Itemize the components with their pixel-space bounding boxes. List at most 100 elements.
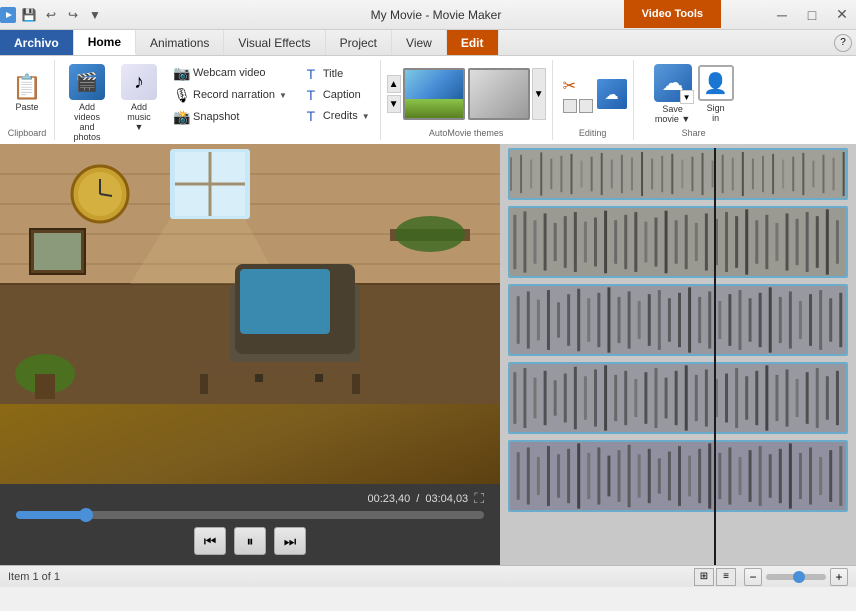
zoom-in-button[interactable]: +	[830, 568, 848, 586]
theme-scroll-down[interactable]: ▼	[387, 95, 401, 113]
webcam-button[interactable]: 📷 Webcam video	[169, 63, 291, 84]
help-button[interactable]: ?	[834, 34, 852, 52]
status-bar: Item 1 of 1 ⊞ ≡ − +	[0, 565, 856, 587]
main-content: 00:23,40 / 03:04,03 ⛶ ⏮ ⏸ ⏭	[0, 144, 856, 565]
qat-area: 💾 ↩ ↪ ▼	[0, 6, 104, 24]
pause-icon: ⏸	[247, 533, 254, 550]
timeline-tracks[interactable]	[500, 144, 856, 565]
playback-controls: ⏮ ⏸ ⏭	[16, 523, 484, 559]
qat-dropdown[interactable]: ▼	[86, 6, 104, 24]
current-time: 00:23,40	[367, 493, 410, 505]
progress-thumb	[79, 508, 93, 522]
zoom-out-button[interactable]: −	[744, 568, 762, 586]
video-display	[0, 144, 500, 484]
add-music-button[interactable]: ♪ Add music ▼	[117, 60, 161, 136]
ribbon-content: 📋 Paste Clipboard 🎬 Add videos and photo…	[0, 56, 856, 144]
ribbon-tabs: Archivo Home Animations Visual Effects P…	[0, 30, 856, 56]
tab-animations[interactable]: Animations	[136, 30, 224, 55]
video-frame	[0, 144, 500, 484]
tab-archivo[interactable]: Archivo	[0, 30, 74, 55]
paste-button[interactable]: 📋 Paste	[6, 72, 48, 116]
zoom-control: − +	[744, 568, 848, 586]
video-controls: 00:23,40 / 03:04,03 ⛶ ⏮ ⏸ ⏭	[0, 484, 500, 565]
editing-btn-2[interactable]	[579, 99, 593, 113]
title-bar: 💾 ↩ ↪ ▼ My Movie - Movie Maker Video Too…	[0, 0, 856, 30]
add-videos-icon: 🎬	[69, 64, 105, 100]
add-music-icon: ♪	[121, 64, 157, 100]
save-movie-button[interactable]: ☁ ▼ Savemovie ▼	[654, 64, 692, 124]
next-frame-button[interactable]: ⏭	[274, 527, 306, 555]
credits-icon: T	[303, 108, 319, 124]
pause-button[interactable]: ⏸	[234, 527, 266, 555]
qat-save[interactable]: 💾	[20, 6, 38, 24]
timeline-panel	[500, 144, 856, 565]
window-controls: ─ □ ✕	[768, 5, 856, 25]
track-item-2[interactable]	[508, 206, 848, 278]
add-videos-label: Add videos and photos	[67, 102, 107, 142]
webcam-icon: 📷	[173, 65, 189, 82]
caption-icon: T	[303, 87, 319, 103]
tab-project[interactable]: Project	[326, 30, 392, 55]
title-icon: T	[303, 66, 319, 82]
time-separator: /	[416, 493, 419, 505]
theme-scroll-up[interactable]: ▲	[387, 75, 401, 93]
ribbon-group-add: 🎬 Add videos and photos ♪ Add music ▼ 📷 …	[55, 60, 381, 140]
caption-button[interactable]: T Caption	[299, 85, 374, 105]
title-button[interactable]: T Title	[299, 64, 374, 84]
storyboard-view-button[interactable]: ⊞	[694, 568, 714, 586]
tab-home[interactable]: Home	[74, 30, 136, 55]
status-item-info: Item 1 of 1	[8, 571, 60, 583]
theme-thumbnail-2[interactable]	[468, 68, 530, 120]
zoom-slider[interactable]	[766, 574, 826, 580]
editing-btn-1[interactable]	[563, 99, 577, 113]
theme-more-button[interactable]: ▼	[532, 68, 546, 120]
credits-button[interactable]: T Credits ▼	[299, 106, 374, 126]
trim-icon: ✂	[563, 76, 576, 96]
minimize-button[interactable]: ─	[768, 5, 796, 25]
add-videos-button[interactable]: 🎬 Add videos and photos	[61, 60, 113, 146]
qat-undo[interactable]: ↩	[42, 6, 60, 24]
tab-view[interactable]: View	[392, 30, 447, 55]
save-cloud-button[interactable]: ☁	[597, 79, 627, 109]
status-right: ⊞ ≡ − +	[694, 568, 848, 586]
record-icon: 🎙	[173, 87, 189, 104]
ribbon-group-automovie: ▲ ▼ ▼ AutoMovie themes	[381, 60, 553, 140]
prev-icon: ⏮	[204, 533, 217, 550]
expand-button[interactable]: ⛶	[474, 490, 484, 507]
ribbon-group-share: ☁ ▼ Savemovie ▼ 👤 Signin Share	[634, 60, 754, 140]
close-button[interactable]: ✕	[828, 5, 856, 25]
view-buttons: ⊞ ≡	[694, 568, 736, 586]
track-item-1[interactable]	[508, 148, 848, 200]
video-tools-tab[interactable]: Video Tools	[624, 0, 721, 28]
snapshot-icon: 📸	[173, 109, 189, 126]
video-panel: 00:23,40 / 03:04,03 ⛶ ⏮ ⏸ ⏭	[0, 144, 500, 565]
theme-thumbnail-1[interactable]	[403, 68, 465, 120]
qat-redo[interactable]: ↪	[64, 6, 82, 24]
maximize-button[interactable]: □	[798, 5, 826, 25]
progress-fill	[16, 511, 86, 519]
sign-in-label: Signin	[707, 103, 725, 123]
ribbon-group-clipboard: 📋 Paste Clipboard	[0, 60, 55, 140]
track-item-4[interactable]	[508, 362, 848, 434]
prev-frame-button[interactable]: ⏮	[194, 527, 226, 555]
time-display: 00:23,40 / 03:04,03 ⛶	[16, 490, 484, 507]
progress-bar[interactable]	[16, 511, 484, 519]
track-item-5[interactable]	[508, 440, 848, 512]
total-time: 03:04,03	[425, 493, 468, 505]
record-narration-button[interactable]: 🎙 Record narration ▼	[169, 85, 291, 106]
track-item-3[interactable]	[508, 284, 848, 356]
app-icon	[0, 7, 16, 23]
tab-edit[interactable]: Edit	[447, 30, 499, 55]
zoom-thumb	[793, 571, 805, 583]
sign-in-button[interactable]: 👤 Signin	[698, 65, 734, 123]
scene-svg	[0, 144, 500, 404]
ribbon-group-editing: ✂ ☁ Editing	[553, 60, 634, 140]
person-icon: 👤	[698, 65, 734, 101]
snapshot-button[interactable]: 📸 Snapshot	[169, 107, 291, 128]
timeline-view-button[interactable]: ≡	[716, 568, 736, 586]
save-movie-label: Savemovie ▼	[655, 104, 690, 124]
tab-visual-effects[interactable]: Visual Effects	[224, 30, 325, 55]
cloud-icon: ☁	[605, 86, 619, 103]
paste-icon: 📋	[12, 76, 42, 100]
trim-button[interactable]: ✂	[563, 76, 593, 96]
